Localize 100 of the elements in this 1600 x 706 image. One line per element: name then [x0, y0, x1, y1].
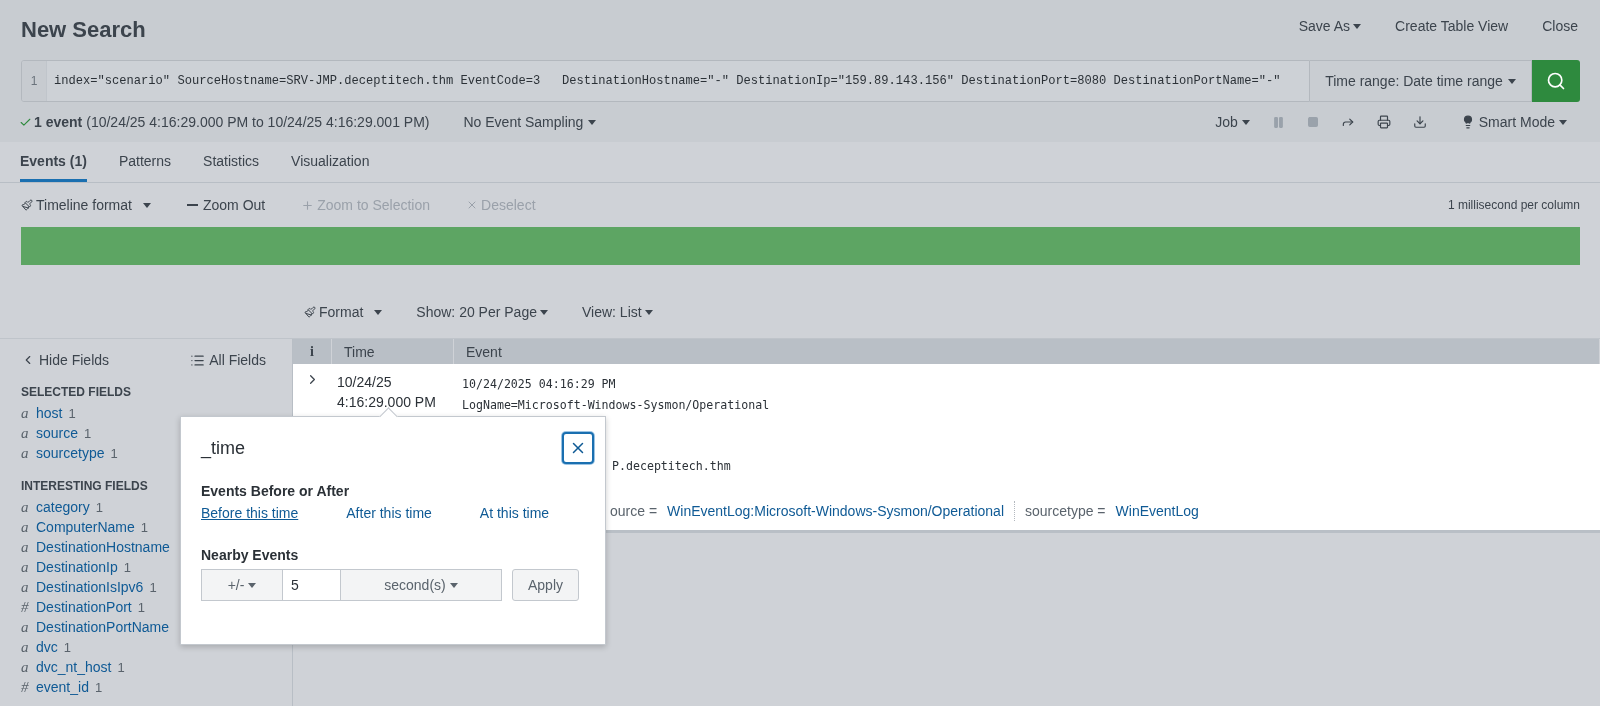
- caret-icon: [1241, 119, 1250, 125]
- field-type: a: [21, 539, 30, 556]
- field-type: a: [21, 639, 30, 656]
- share-icon: [1340, 115, 1355, 129]
- field-value[interactable]: WinEventLog:Microsoft-Windows-Sysmon/Operational: [667, 500, 1004, 521]
- mode-menu[interactable]: Smart Mode: [1449, 114, 1578, 130]
- stop-icon: [1306, 116, 1319, 128]
- time-link[interactable]: After this time: [346, 505, 432, 521]
- amount-input[interactable]: 5: [283, 569, 340, 601]
- field-type: a: [21, 559, 30, 576]
- header-action[interactable]: Save As: [1298, 18, 1362, 34]
- minus-icon: [186, 204, 198, 206]
- field-count: 1: [95, 500, 103, 515]
- field-name[interactable]: event_id: [33, 679, 89, 695]
- field-name[interactable]: DestinationIp: [33, 559, 118, 575]
- format-menu[interactable]: Format: [304, 304, 383, 320]
- field-type: a: [21, 405, 30, 422]
- field-type: #: [21, 679, 30, 696]
- field-type: a: [21, 579, 30, 596]
- time-range-picker[interactable]: Time range: Date time range: [1310, 60, 1532, 102]
- field-value[interactable]: WinEventLog: [1115, 500, 1199, 521]
- timeline-scale: 1 millisecond per column: [1447, 198, 1580, 212]
- caret-icon: [374, 309, 383, 315]
- caret-icon: [1559, 119, 1567, 125]
- field-type: #: [21, 599, 30, 616]
- field-name[interactable]: DestinationPort: [33, 599, 132, 615]
- job-menu[interactable]: Job: [1204, 114, 1261, 130]
- field-name[interactable]: DestinationHostname: [33, 539, 170, 555]
- tab[interactable]: Patterns: [118, 142, 172, 182]
- brush-icon: [304, 306, 316, 318]
- unit-dropdown[interactable]: second(s): [340, 569, 502, 601]
- print-icon: [1376, 115, 1391, 129]
- timeline-tool[interactable]: Zoom Out: [186, 197, 266, 213]
- event-line: LogName=Microsoft-Windows-Sysmon/Operational: [462, 396, 771, 414]
- field-count: 1: [140, 520, 149, 535]
- time-link[interactable]: Before this time: [201, 505, 299, 521]
- download-icon: [1412, 115, 1427, 129]
- page-title: New Search: [21, 17, 146, 43]
- hide-fields-link[interactable]: Hide Fields: [21, 352, 110, 368]
- field-type: a: [21, 499, 30, 516]
- field-count: 1: [123, 560, 131, 575]
- search-field[interactable]: 1 index="scenario" SourceHostname=SRV-JMP.deceptitech.thm EventCode=3 DestinationHostname="-" DestinationIp="159.89.143.156" DestinationPort=8080 DestinationPortName="-": [21, 60, 1310, 102]
- search-button[interactable]: [1532, 60, 1580, 102]
- tab[interactable]: Statistics: [203, 142, 260, 182]
- event-line: P.deceptitech.thm: [612, 458, 732, 475]
- field-name[interactable]: sourcetype: [33, 445, 105, 461]
- field-name[interactable]: dvc_nt_host: [33, 659, 112, 675]
- field-key: sourcetype =: [1025, 500, 1116, 521]
- apply-button[interactable]: Apply: [512, 569, 579, 601]
- timeline-tool[interactable]: Timeline format: [21, 197, 151, 213]
- results-menu[interactable]: Show: 20 Per Page: [416, 304, 548, 320]
- field-name[interactable]: DestinationIsIpv6: [33, 579, 144, 595]
- header-action[interactable]: Close: [1542, 18, 1578, 34]
- popover-title: _time: [201, 437, 245, 459]
- section-heading: SELECTED FIELDS: [21, 385, 131, 401]
- tab[interactable]: Visualization: [291, 142, 370, 182]
- section-heading: Events Before or After: [201, 483, 351, 499]
- field-name[interactable]: source: [33, 425, 79, 441]
- field-count: 1: [149, 580, 157, 595]
- field-count: 1: [84, 426, 92, 441]
- event-line: 10/24/2025 04:16:29 PM: [462, 376, 617, 393]
- brush-icon: [21, 199, 33, 211]
- field-key: ource =: [610, 500, 668, 521]
- field-name[interactable]: category: [33, 499, 90, 515]
- plus-icon: [301, 198, 315, 212]
- pause-icon: [1271, 115, 1285, 129]
- field-type: a: [21, 425, 30, 442]
- results-menu[interactable]: View: List: [582, 304, 653, 320]
- field-name[interactable]: dvc: [33, 639, 58, 655]
- time-link[interactable]: At this time: [479, 505, 550, 521]
- all-fields-link[interactable]: All Fields: [190, 352, 266, 368]
- header-action[interactable]: Create Table View: [1395, 18, 1509, 34]
- caret-icon: [588, 119, 597, 125]
- caret-icon: [644, 309, 653, 315]
- caret-icon: [248, 582, 257, 588]
- field-type: a: [21, 445, 30, 462]
- sampling-menu[interactable]: No Event Sampling: [463, 114, 597, 130]
- caret-icon: [142, 202, 151, 208]
- direction-dropdown[interactable]: +/-: [201, 569, 283, 601]
- caret-icon: [1507, 78, 1516, 84]
- field-count: 1: [137, 600, 145, 615]
- field-type: a: [21, 619, 30, 636]
- field-count: 1: [117, 660, 125, 675]
- line-number: 1: [22, 61, 47, 101]
- field-count: 1: [63, 640, 72, 655]
- field-count: 1: [94, 680, 103, 695]
- close-button[interactable]: [562, 432, 594, 464]
- time-span: (10/24/25 4:16:29.000 PM to 10/24/25 4:16:29.001 PM): [86, 114, 430, 130]
- field-name[interactable]: ComputerName: [33, 519, 135, 535]
- field-count: 1: [68, 406, 76, 421]
- field-name[interactable]: DestinationPortName: [33, 619, 170, 635]
- event-time: 10/24/25 4:16:29.000 PM: [336, 373, 437, 412]
- field-type: a: [21, 519, 30, 536]
- caret-icon: [449, 582, 458, 588]
- field-name[interactable]: host: [33, 405, 63, 421]
- section-heading: Nearby Events: [201, 547, 300, 563]
- field-count: 1: [110, 446, 118, 461]
- event-count: 1 event: [19, 114, 83, 130]
- search-icon: [1546, 71, 1566, 91]
- list-icon: [190, 352, 206, 368]
